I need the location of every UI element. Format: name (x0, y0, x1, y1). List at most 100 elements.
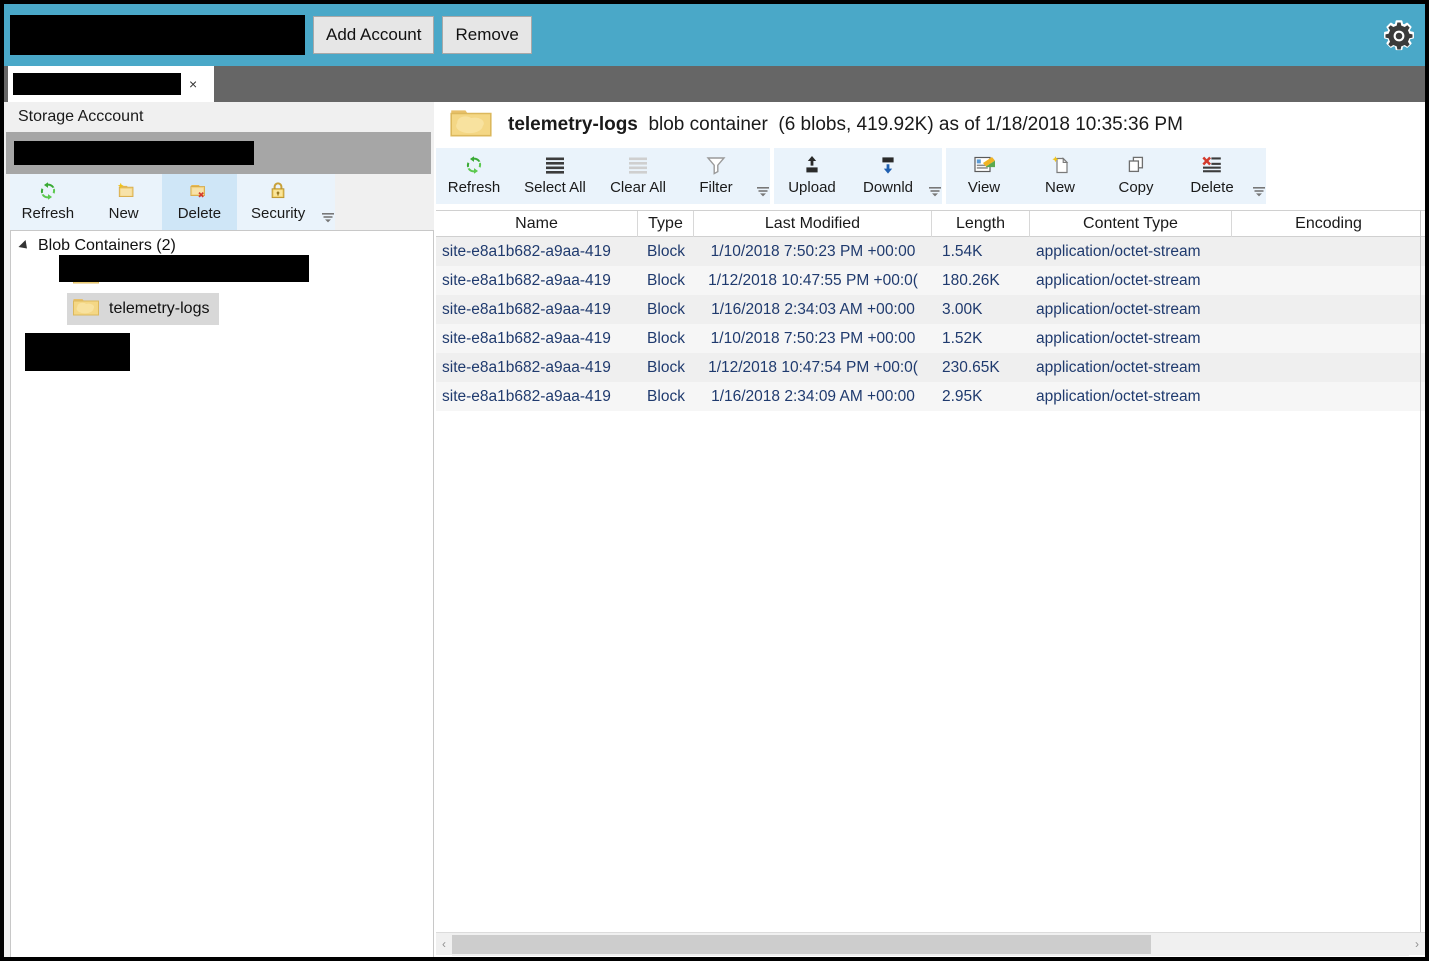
add-account-button[interactable]: Add Account (313, 16, 434, 54)
cell-content-type: application/octet-stream (1030, 237, 1232, 266)
expand-collapse-icon[interactable] (18, 240, 30, 252)
cell-name: site-e8a1b682-a9aa-419 (436, 295, 638, 324)
cell-name: site-e8a1b682-a9aa-419 (436, 266, 638, 295)
column-header-content-type[interactable]: Content Type (1030, 211, 1232, 237)
cell-name: site-e8a1b682-a9aa-419 (436, 324, 638, 353)
tree-item-redacted[interactable] (67, 261, 119, 293)
cell-last-modified: 1/16/2018 2:34:09 AM +00:00 (694, 382, 932, 411)
container-new-button[interactable]: New (86, 174, 162, 230)
new-folder-icon (110, 178, 138, 204)
column-header-last-modified[interactable]: Last Modified (694, 211, 932, 237)
container-security-button[interactable]: Security (237, 174, 319, 230)
container-delete-button[interactable]: Delete (162, 174, 238, 230)
container-name: telemetry-logs (508, 114, 638, 135)
container-refresh-label: Refresh (22, 205, 75, 222)
blob-select-all-button[interactable]: Select All (512, 148, 598, 204)
table-row[interactable]: site-e8a1b682-a9aa-419Block1/16/2018 2:3… (436, 382, 1425, 411)
blob-upload-button[interactable]: Upload (774, 148, 850, 204)
cell-encoding (1232, 382, 1425, 411)
container-refresh-button[interactable]: Refresh (10, 174, 86, 230)
filter-icon (702, 152, 730, 178)
account-selector-value (14, 141, 254, 165)
top-account-bar: Add Account Remove (4, 4, 1425, 66)
blob-upload-label: Upload (788, 179, 836, 196)
clear-all-icon (624, 152, 652, 178)
tab-label (13, 73, 181, 95)
scrollbar-thumb[interactable] (452, 935, 1151, 954)
upload-icon (798, 152, 826, 178)
column-header-encoding[interactable]: Encoding (1232, 211, 1425, 237)
cell-length: 2.95K (932, 382, 1030, 411)
blob-toolbar-group-list: Refresh Select All (436, 148, 770, 204)
blob-download-button[interactable]: Downld (850, 148, 926, 204)
blob-download-label: Downld (863, 179, 913, 196)
cell-name: site-e8a1b682-a9aa-419 (436, 382, 638, 411)
cell-name: site-e8a1b682-a9aa-419 (436, 237, 638, 266)
cell-last-modified: 1/10/2018 7:50:23 PM +00:00 (694, 237, 932, 266)
tab-storage-account[interactable]: × (8, 66, 214, 102)
column-header-type[interactable]: Type (638, 211, 694, 237)
cell-length: 1.54K (932, 237, 1030, 266)
blob-actions-toolbar-overflow-icon[interactable] (1252, 185, 1266, 199)
blob-refresh-label: Refresh (448, 179, 501, 196)
blob-toolbar: Refresh Select All (436, 148, 1271, 204)
horizontal-scrollbar[interactable]: ‹ › (436, 932, 1425, 955)
blob-filter-button[interactable]: Filter (678, 148, 754, 204)
app-window: Add Account Remove × Storage Acccount (0, 0, 1429, 961)
blob-clear-all-button[interactable]: Clear All (598, 148, 678, 204)
container-delete-label: Delete (178, 205, 221, 222)
table-row[interactable]: site-e8a1b682-a9aa-419Block1/12/2018 10:… (436, 353, 1425, 382)
blob-select-all-label: Select All (524, 179, 586, 196)
blob-container-icon (446, 104, 496, 147)
blob-copy-button[interactable]: Copy (1098, 148, 1174, 204)
tree-item-telemetry-logs[interactable]: telemetry-logs (67, 293, 219, 325)
blob-toolbar-group-transfer: Upload Downld (774, 148, 942, 204)
blob-delete-button[interactable]: Delete (1174, 148, 1250, 204)
blob-container-icon (71, 295, 101, 324)
refresh-icon (34, 178, 62, 204)
redaction-box (59, 255, 309, 282)
blob-view-label: View (968, 179, 1000, 196)
tree-item-label: telemetry-logs (109, 300, 209, 318)
container-tree[interactable]: Blob Containers (2) (10, 230, 434, 957)
view-blob-icon (970, 152, 998, 178)
container-toolbar-overflow-icon[interactable] (321, 211, 335, 225)
close-icon[interactable]: × (189, 76, 197, 92)
cell-content-type: application/octet-stream (1030, 382, 1232, 411)
container-kind: blob container (648, 114, 767, 135)
remove-account-button[interactable]: Remove (442, 16, 531, 54)
cell-encoding (1232, 237, 1425, 266)
gear-icon[interactable] (1381, 18, 1417, 54)
scrollbar-track[interactable] (452, 933, 1409, 956)
cell-encoding (1232, 295, 1425, 324)
container-toolbar: Refresh New (10, 174, 335, 230)
delete-folder-icon (185, 178, 213, 204)
account-selector[interactable] (6, 132, 431, 174)
table-row[interactable]: site-e8a1b682-a9aa-419Block1/12/2018 10:… (436, 266, 1425, 295)
cell-type: Block (638, 237, 694, 266)
cell-type: Block (638, 295, 694, 324)
lock-icon (264, 178, 292, 204)
blob-table: Name Type Last Modified Length Content T… (436, 210, 1425, 932)
table-row[interactable]: site-e8a1b682-a9aa-419Block1/16/2018 2:3… (436, 295, 1425, 324)
account-input[interactable] (10, 15, 305, 55)
tree-root-label: Blob Containers (2) (38, 237, 176, 255)
scroll-right-icon[interactable]: › (1409, 933, 1425, 956)
scroll-left-icon[interactable]: ‹ (436, 933, 452, 956)
blob-transfer-toolbar-overflow-icon[interactable] (928, 185, 942, 199)
table-row[interactable]: site-e8a1b682-a9aa-419Block1/10/2018 7:5… (436, 237, 1425, 266)
cell-type: Block (638, 324, 694, 353)
blob-new-button[interactable]: New (1022, 148, 1098, 204)
blob-refresh-button[interactable]: Refresh (436, 148, 512, 204)
table-row[interactable]: site-e8a1b682-a9aa-419Block1/10/2018 7:5… (436, 324, 1425, 353)
blob-clear-all-label: Clear All (610, 179, 666, 196)
cell-length: 230.65K (932, 353, 1030, 382)
blob-view-button[interactable]: View (946, 148, 1022, 204)
blob-list-toolbar-overflow-icon[interactable] (756, 185, 770, 199)
column-header-length[interactable]: Length (932, 211, 1030, 237)
container-stats: (6 blobs, 419.92K) as of 1/18/2018 10:35… (778, 114, 1183, 135)
cell-content-type: application/octet-stream (1030, 324, 1232, 353)
column-header-name[interactable]: Name (436, 211, 638, 237)
container-new-label: New (109, 205, 139, 222)
page-title: Storage Acccount (4, 102, 434, 132)
